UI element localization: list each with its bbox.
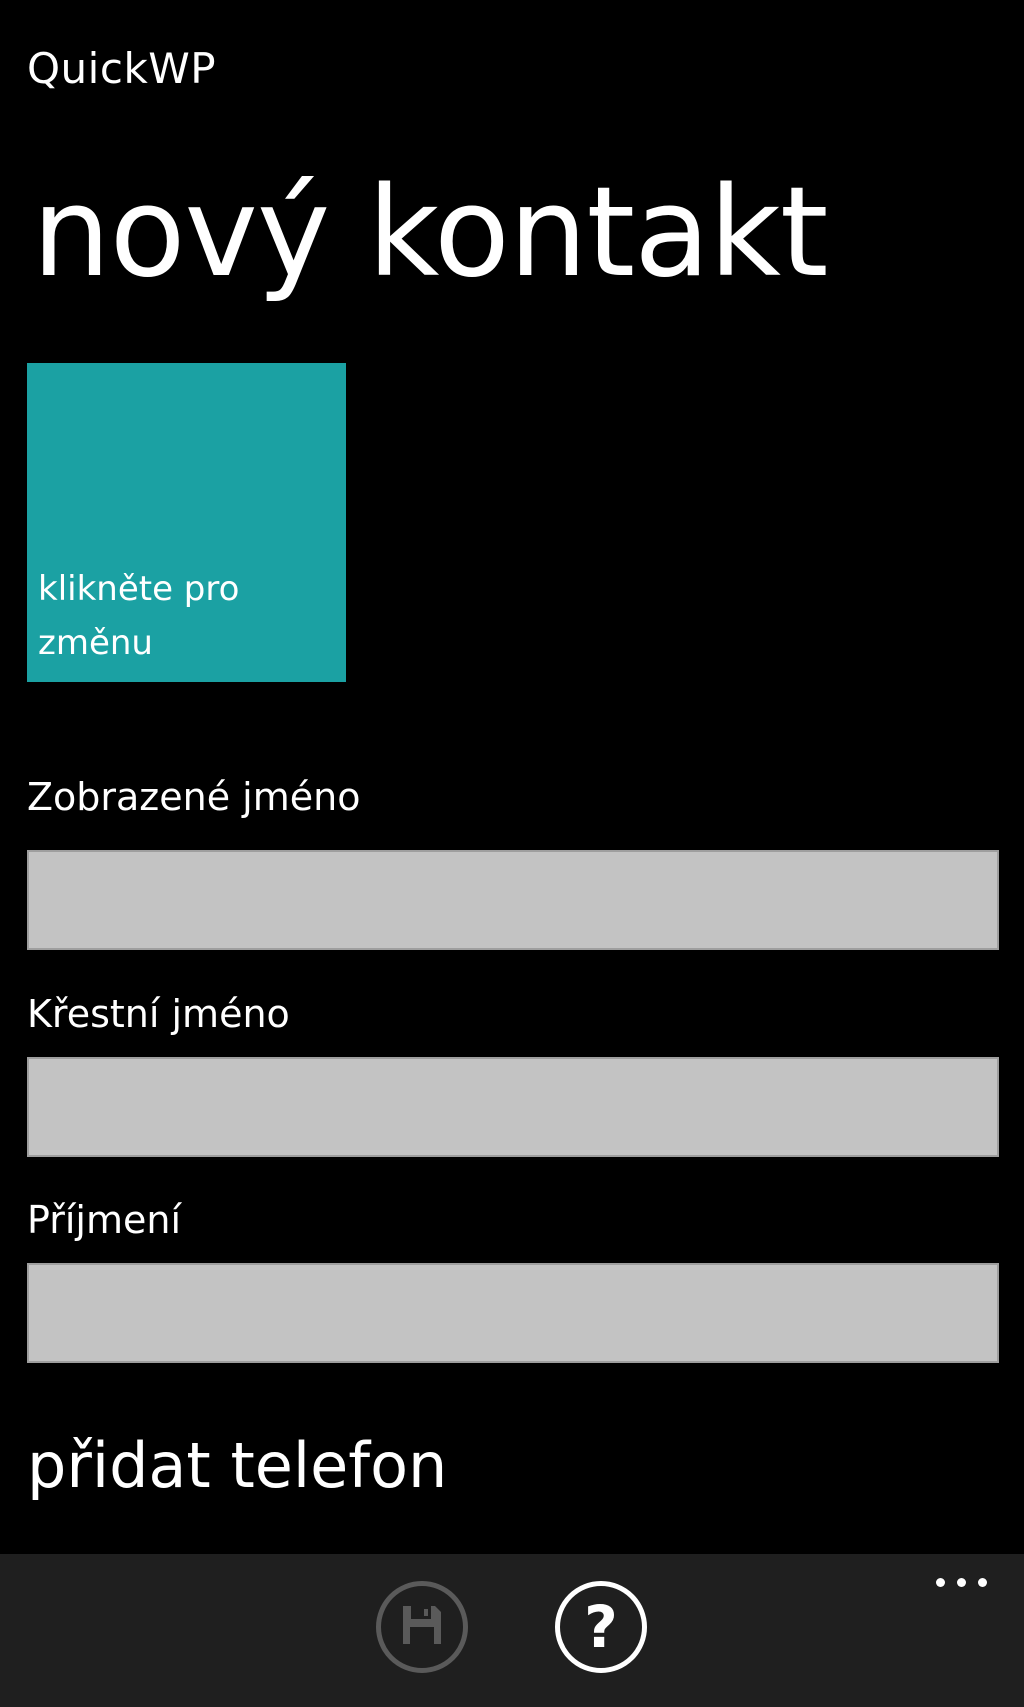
save-icon (399, 1602, 445, 1652)
contact-photo-tile[interactable]: klikněte pro změnu (27, 363, 346, 682)
add-phone-link[interactable]: přidat telefon (27, 1428, 447, 1504)
application-bar: ? (0, 1554, 1024, 1707)
more-options-button[interactable] (916, 1562, 1006, 1602)
help-button[interactable]: ? (555, 1581, 647, 1673)
help-icon: ? (584, 1593, 618, 1661)
last-name-label: Příjmení (27, 1198, 182, 1242)
first-name-label: Křestní jméno (27, 992, 290, 1036)
display-name-field[interactable] (27, 850, 999, 950)
display-name-label: Zobrazené jméno (27, 775, 361, 819)
page-title: nový kontakt (32, 161, 829, 305)
last-name-field[interactable] (27, 1263, 999, 1363)
save-button[interactable] (376, 1581, 468, 1673)
ellipsis-icon (935, 1577, 987, 1587)
app-title: QuickWP (27, 44, 217, 93)
first-name-field[interactable] (27, 1057, 999, 1157)
photo-tile-label: klikněte pro změnu (38, 569, 240, 663)
